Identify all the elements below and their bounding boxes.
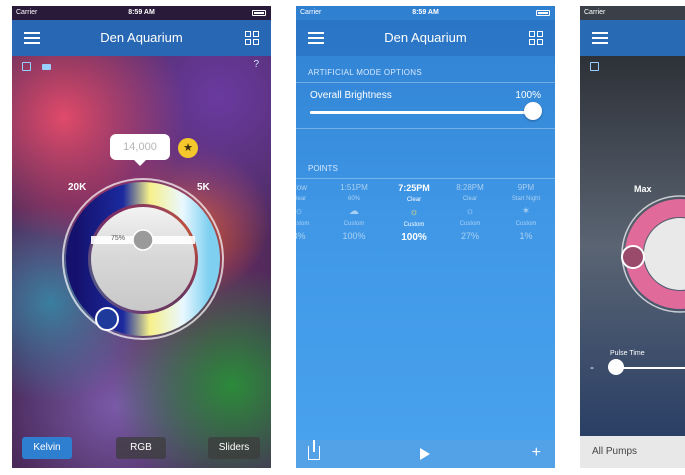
pulse-time-label: Pulse Time: [610, 350, 645, 357]
point-item[interactable]: 1:51PM 60% ☁ Custom 100%: [329, 183, 379, 241]
status-time: 8:59 AM: [128, 9, 155, 16]
brightness-knob[interactable]: [132, 229, 154, 251]
point-value: 27%: [460, 231, 479, 241]
calendar-icon[interactable]: [590, 62, 599, 71]
divider: [296, 82, 555, 83]
point-value: 100%: [342, 231, 366, 241]
pulse-time-slider-knob[interactable]: [608, 359, 624, 375]
divider: [296, 128, 555, 129]
pump-dial-knob[interactable]: [621, 245, 645, 269]
inner-disc: [91, 207, 195, 311]
point-condition: 60%: [347, 196, 360, 202]
battery-icon: [252, 10, 266, 16]
point-time: 1:51PM: [340, 183, 368, 192]
battery-icon: [536, 10, 550, 16]
point-value: 1%: [519, 231, 533, 241]
all-pumps-label: All Pumps: [592, 446, 638, 457]
play-icon[interactable]: [420, 448, 430, 460]
divider: [296, 178, 555, 179]
grid-view-icon[interactable]: [245, 31, 259, 45]
nav-title: Den Aquarium: [384, 30, 467, 45]
cloud-icon: ☁: [349, 206, 359, 217]
point-mode: Custom: [403, 222, 425, 228]
status-time: 8:59 AM: [412, 9, 439, 16]
navigation-bar: Den Aquarium: [296, 20, 555, 56]
sun-icon: ☼: [409, 207, 419, 218]
navigation-bar: [580, 20, 685, 56]
navigation-bar: Den Aquarium: [12, 20, 271, 56]
camera-icon[interactable]: [42, 64, 51, 70]
pump-power-dial[interactable]: [620, 194, 685, 314]
brightness-value: 100%: [515, 90, 541, 101]
point-item[interactable]: 8:28PM Clear ☼ Custom 27%: [445, 183, 495, 241]
pulse-decrease-button[interactable]: -: [590, 360, 594, 374]
point-time: 9PM: [517, 183, 535, 192]
point-mode: Custom: [515, 221, 537, 227]
point-mode: Custom: [296, 221, 310, 227]
kelvin-value-bubble: 14,000: [110, 134, 170, 166]
status-bar: Carrier: [580, 6, 685, 20]
point-condition: Start Night: [511, 196, 541, 202]
phone-screen-pumps: Carrier Max Pulse Time - All Pumps: [580, 6, 685, 468]
point-mode: Custom: [343, 221, 365, 227]
phone-screen-kelvin: Carrier 8:59 AM Den Aquarium ? 14,000 ★ …: [12, 6, 271, 468]
point-mode: Custom: [459, 221, 481, 227]
add-point-icon[interactable]: +: [532, 444, 541, 462]
carrier-label: Carrier: [584, 9, 606, 16]
point-condition: Clear: [296, 196, 307, 202]
brightness-slider-knob[interactable]: [524, 102, 542, 120]
point-condition: Clear: [462, 196, 478, 202]
status-bar: Carrier 8:59 AM: [296, 6, 555, 20]
rgb-tab-button[interactable]: RGB: [116, 437, 166, 459]
point-time: Now: [296, 183, 307, 192]
share-icon[interactable]: [308, 440, 320, 460]
kelvin-color-dial[interactable]: [60, 176, 226, 342]
status-bar: Carrier 8:59 AM: [12, 6, 271, 20]
phone-screen-artificial-mode: Carrier 8:59 AM Den Aquarium ARTIFICIAL …: [296, 6, 555, 468]
star-favorite-icon[interactable]: ★: [178, 138, 198, 158]
point-item[interactable]: 7:25PM Clear ☼ Custom 100%: [389, 183, 439, 243]
grid-view-icon[interactable]: [529, 31, 543, 45]
brightness-slider-track[interactable]: [310, 111, 533, 114]
sun-icon: ☼: [296, 206, 304, 217]
point-item[interactable]: 9PM Start Night ✶ Custom 1%: [501, 183, 551, 241]
sliders-tab-button[interactable]: Sliders: [208, 437, 260, 459]
point-value: 100%: [401, 232, 427, 243]
brightness-label: Overall Brightness: [310, 90, 392, 101]
moon-icon: ✶: [521, 206, 531, 217]
point-time: 7:25PM: [398, 183, 430, 193]
point-condition: Clear: [406, 197, 422, 203]
color-ring-knob[interactable]: [95, 307, 119, 331]
point-time: 8:28PM: [456, 183, 484, 192]
pulse-time-slider-track[interactable]: [614, 367, 685, 369]
help-icon[interactable]: ?: [253, 59, 259, 70]
calendar-icon[interactable]: [22, 62, 31, 71]
nav-title: Den Aquarium: [100, 30, 183, 45]
point-item[interactable]: Now Clear ☼ Custom 8%: [296, 183, 324, 241]
sun-icon: ☼: [465, 206, 475, 217]
bottom-toolbar: +: [296, 440, 555, 468]
kelvin-tab-button[interactable]: Kelvin: [22, 437, 72, 459]
brightness-slider-fill: [310, 111, 533, 114]
points-list: NowClear☼Custom8%1:51PM60%☁Custom100%7:2…: [296, 183, 555, 263]
section-header-artificial-mode: ARTIFICIAL MODE OPTIONS: [308, 68, 423, 77]
max-label: Max: [634, 184, 652, 194]
point-value: 8%: [296, 231, 306, 241]
brightness-percent-label: 75%: [111, 235, 126, 242]
pump-selector-footer[interactable]: All Pumps: [580, 436, 685, 468]
hamburger-menu-icon[interactable]: [592, 32, 608, 44]
section-header-points: POINTS: [308, 164, 338, 173]
